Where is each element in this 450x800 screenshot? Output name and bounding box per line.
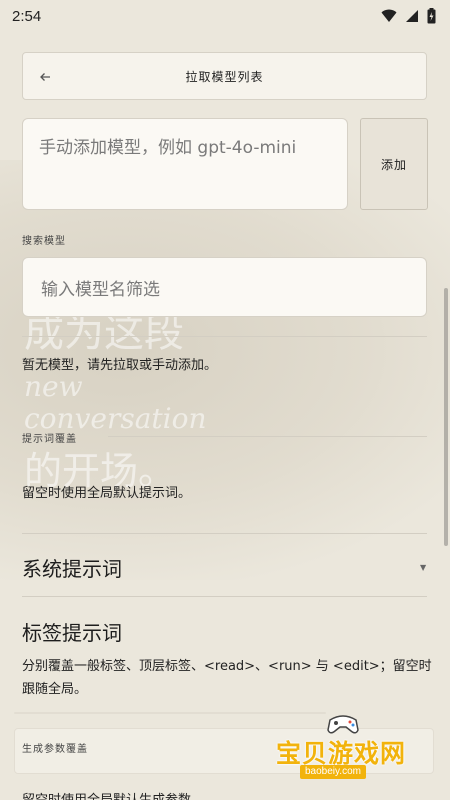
wifi-icon xyxy=(381,9,397,23)
status-icons xyxy=(381,8,436,24)
add-button[interactable]: 添加 xyxy=(360,118,428,210)
tag-prompt-title: 标签提示词 xyxy=(22,621,122,645)
prompt-override-label: 提示词覆盖 xyxy=(22,434,77,445)
ghost-text-new: new xyxy=(24,370,83,403)
triangle-down-icon[interactable]: ▼ xyxy=(420,563,426,572)
search-label: 搜索模型 xyxy=(22,236,66,247)
divider xyxy=(22,596,427,597)
generation-override-description: 留空时使用全局默认生成参数 xyxy=(22,789,191,800)
watermark: 宝贝游戏网 baobeiy.com xyxy=(274,714,450,784)
divider xyxy=(108,436,427,437)
search-placeholder: 输入模型名筛选 xyxy=(41,279,160,300)
system-prompt-row[interactable]: 系统提示词 xyxy=(22,553,122,582)
battery-icon xyxy=(427,8,436,24)
add-model-input[interactable]: 手动添加模型，例如 gpt-4o-mini xyxy=(22,118,348,210)
search-input[interactable]: 输入模型名筛选 xyxy=(22,257,427,317)
scrollbar[interactable] xyxy=(444,288,448,546)
prompt-override-description: 留空时使用全局默认提示词。 xyxy=(22,486,192,501)
add-button-label: 添加 xyxy=(380,157,407,172)
divider xyxy=(22,533,427,534)
generation-override-label: 生成参数覆盖 xyxy=(22,744,88,755)
page-title: 拉取模型列表 xyxy=(185,69,264,84)
watermark-url: baobeiy.com xyxy=(300,765,366,779)
tag-prompt-note: 分别覆盖一般标签、顶层标签、<read>、<run> 与 <edit>；留空时跟… xyxy=(22,659,432,697)
signal-icon xyxy=(405,9,419,23)
status-time: 2:54 xyxy=(12,7,42,25)
add-model-placeholder: 手动添加模型，例如 gpt-4o-mini xyxy=(39,138,297,158)
arrow-left-icon[interactable] xyxy=(35,67,55,87)
empty-message: 暂无模型，请先拉取或手动添加。 xyxy=(22,358,218,373)
header-bar: 拉取模型列表 xyxy=(22,52,427,100)
status-bar: 2:54 xyxy=(0,0,450,32)
divider xyxy=(22,336,427,337)
